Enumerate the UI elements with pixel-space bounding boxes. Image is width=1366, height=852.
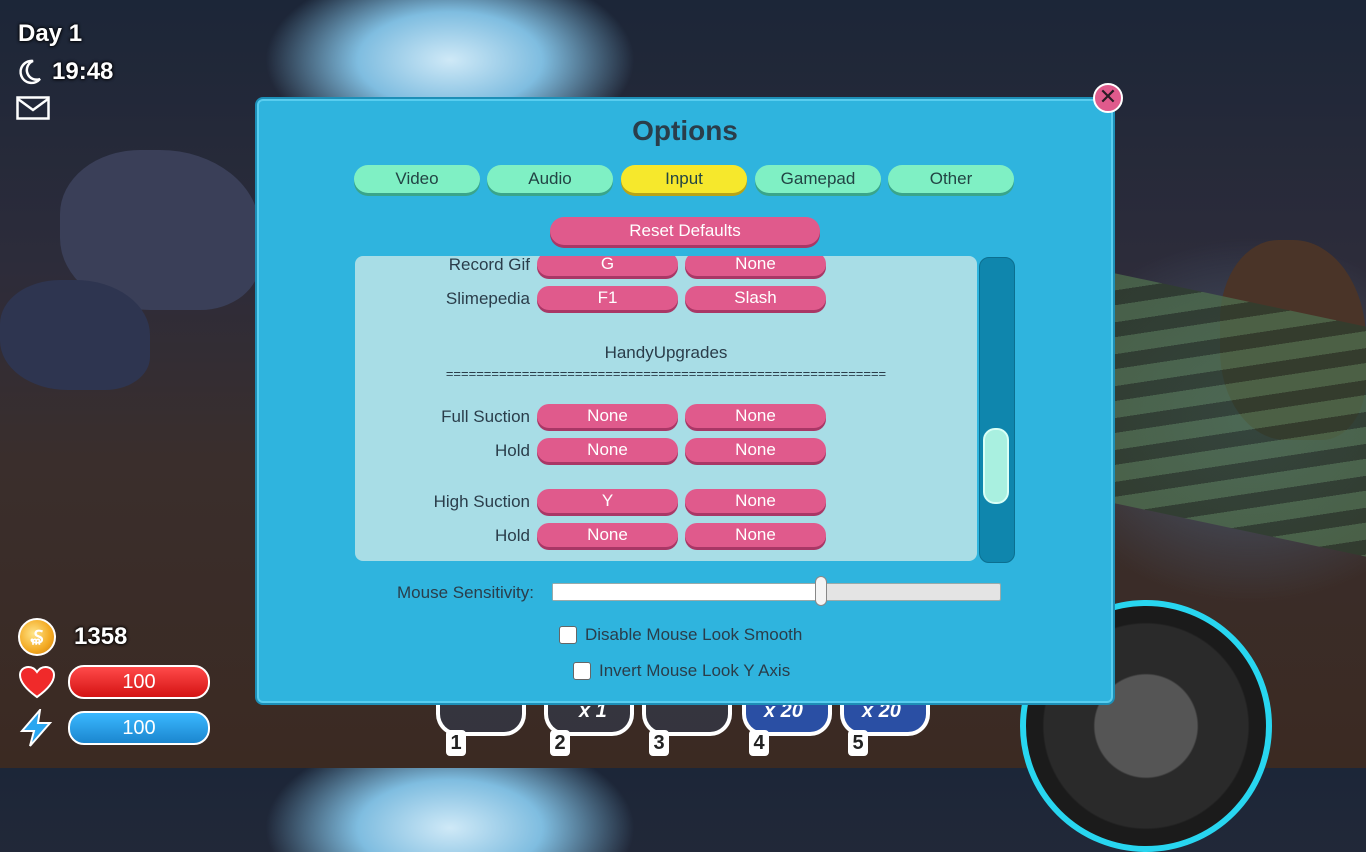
background-rock [0,280,150,390]
section-separator: ========================================… [445,366,887,381]
hotbar-slot-number: 4 [749,730,769,756]
binding-primary-button[interactable]: None [537,404,678,428]
mouse-sensitivity-slider[interactable] [552,576,1001,606]
binding-primary-button[interactable]: F1 [537,286,678,310]
binding-primary-button[interactable]: None [537,523,678,547]
binding-primary-button[interactable]: Y [537,489,678,513]
binding-label: Slimepedia [445,289,530,308]
invert-mouse-y-label: Invert Mouse Look Y Axis [599,661,791,680]
hotbar-slot-quantity: x 20 [764,700,803,722]
reset-defaults-button[interactable]: Reset Defaults [550,217,820,245]
moon-icon [19,59,41,85]
coin-icon: ₷ [18,618,56,656]
binding-label: Hold [495,441,530,460]
binding-secondary-button[interactable]: None [685,404,826,428]
tab-input[interactable]: Input [621,165,747,193]
invert-mouse-y-checkbox[interactable] [573,662,591,680]
disable-mouse-smooth-label: Disable Mouse Look Smooth [585,625,803,644]
energy-bar: 100 [68,711,210,745]
keybinding-list[interactable]: Record Gif G None Slimepedia F1 Slash Ha… [355,256,977,561]
tab-audio[interactable]: Audio [487,165,613,193]
disable-mouse-smooth-checkbox[interactable] [559,626,577,644]
hotbar-slot-number: 1 [446,730,466,756]
hotbar-slot-number: 5 [848,730,868,756]
mouse-sensitivity-label: Mouse Sensitivity: [397,583,534,602]
binding-label: Hold [495,526,530,545]
hotbar-slot-number: 3 [649,730,669,756]
slider-fill [553,584,822,600]
day-counter: Day 1 [18,20,83,47]
slider-handle[interactable] [815,576,828,606]
mail-icon[interactable] [16,96,50,120]
tab-other[interactable]: Other [888,165,1014,193]
scrollbar-thumb[interactable] [983,427,1009,504]
binding-secondary-button[interactable]: None [685,438,826,462]
tab-video[interactable]: Video [354,165,480,193]
binding-primary-button[interactable]: None [537,438,678,462]
scrollbar[interactable] [979,257,1015,563]
dialog-title: Options [632,115,738,146]
binding-label: High Suction [433,492,530,511]
binding-secondary-button[interactable]: None [685,256,826,276]
section-title: HandyUpgrades [604,343,728,362]
binding-label: Full Suction [441,407,530,426]
close-icon[interactable]: ✕ [1093,83,1123,113]
binding-label: Record Gif [448,256,530,274]
tab-gamepad[interactable]: Gamepad [755,165,881,193]
options-dialog: Options Video Audio Input Gamepad Other … [257,99,1113,703]
binding-secondary-button[interactable]: Slash [685,286,826,310]
hotbar-slot-quantity: x 20 [862,700,901,722]
coin-count: 1358 [74,623,128,650]
binding-secondary-button[interactable]: None [685,489,826,513]
hotbar-slot-number: 2 [550,730,570,756]
hotbar-slot-quantity: x 1 [579,700,607,722]
invert-mouse-y-option[interactable]: Invert Mouse Look Y Axis [573,661,790,681]
binding-primary-button[interactable]: G [537,256,678,276]
health-bar: 100 [68,665,210,699]
heart-icon [18,666,56,699]
lightning-icon [19,709,53,747]
currency-display: ₷ 1358 [18,618,127,656]
clock: 19:48 [18,58,113,86]
binding-secondary-button[interactable]: None [685,523,826,547]
disable-mouse-smooth-option[interactable]: Disable Mouse Look Smooth [559,625,802,645]
clock-time: 19:48 [52,58,114,85]
